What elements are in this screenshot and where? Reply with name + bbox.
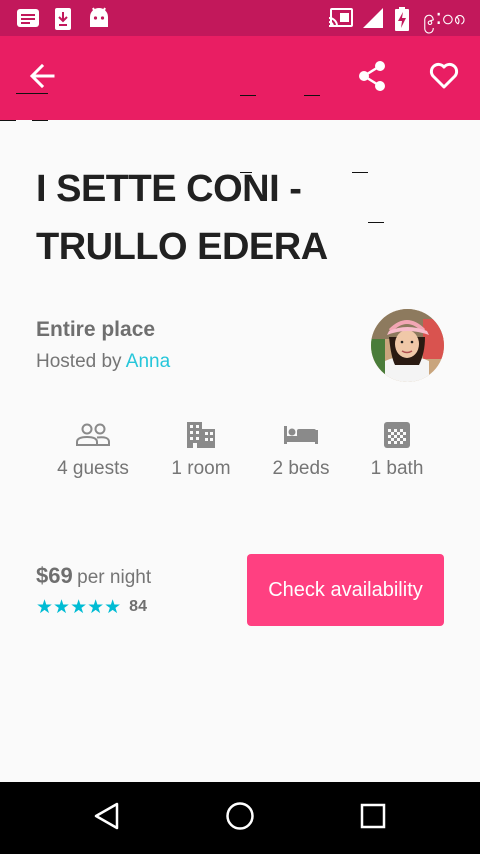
signal-icon (362, 7, 384, 33)
render-artifact (368, 222, 384, 223)
amenity-bath: 1 bath (362, 418, 432, 480)
download-icon (54, 7, 72, 35)
render-artifact (32, 120, 48, 121)
cast-icon (328, 7, 354, 33)
share-button[interactable] (352, 58, 392, 98)
price-per-night: $69 per night (36, 563, 151, 589)
amenity-beds: 2 beds (266, 418, 336, 480)
guests-icon (52, 418, 134, 452)
render-artifact (304, 95, 320, 96)
nav-home-button[interactable] (222, 800, 258, 836)
render-artifact (16, 93, 48, 94)
host-name-link[interactable]: Anna (126, 351, 170, 372)
status-bar: ၉:၀၈ (0, 0, 480, 36)
price-amount: $69 (36, 563, 73, 588)
rating[interactable]: ★★★★★ 84 (36, 596, 147, 618)
system-nav-bar (0, 782, 480, 854)
listing-title: I SETTE CONI - TRULLO EDERA (36, 160, 356, 276)
amenity-guests: 4 guests (52, 418, 134, 480)
price-unit: per night (77, 567, 152, 588)
heart-outline-icon (429, 62, 459, 94)
check-availability-button[interactable]: Check availability (247, 554, 444, 626)
amenity-bath-label: 1 bath (370, 458, 424, 479)
hosted-by: Hosted by Anna (36, 351, 170, 373)
notification-icon (16, 7, 40, 33)
battery-charging-icon (395, 7, 409, 35)
home-circle-icon (225, 801, 255, 835)
render-artifact (240, 95, 256, 96)
host-avatar[interactable] (371, 309, 444, 382)
bed-icon (266, 418, 336, 452)
android-icon (88, 7, 110, 33)
listing-title-line2: TRULLO EDERA (36, 226, 328, 268)
nav-recents-button[interactable] (355, 800, 391, 836)
amenity-guests-label: 4 guests (57, 458, 129, 479)
amenity-beds-label: 2 beds (272, 458, 330, 479)
back-triangle-icon (92, 801, 120, 835)
share-icon (357, 60, 387, 96)
review-count: 84 (129, 598, 147, 615)
hosted-by-prefix: Hosted by (36, 351, 126, 372)
favorite-button[interactable] (424, 58, 464, 98)
place-type: Entire place (36, 318, 156, 341)
amenity-room-label: 1 room (171, 458, 231, 479)
nav-back-button[interactable] (88, 800, 124, 836)
back-button[interactable] (22, 58, 62, 98)
listing-title-line1: I SETTE CONI - (36, 168, 302, 210)
room-icon (164, 418, 238, 452)
status-time: ၉:၀၈ (423, 5, 466, 29)
star-rating-icon: ★★★★★ (36, 596, 122, 618)
app-bar (0, 36, 480, 120)
render-artifact (0, 120, 16, 121)
bath-icon (362, 418, 432, 452)
amenity-room: 1 room (164, 418, 238, 480)
arrow-back-icon (29, 63, 55, 93)
recents-square-icon (359, 802, 387, 834)
